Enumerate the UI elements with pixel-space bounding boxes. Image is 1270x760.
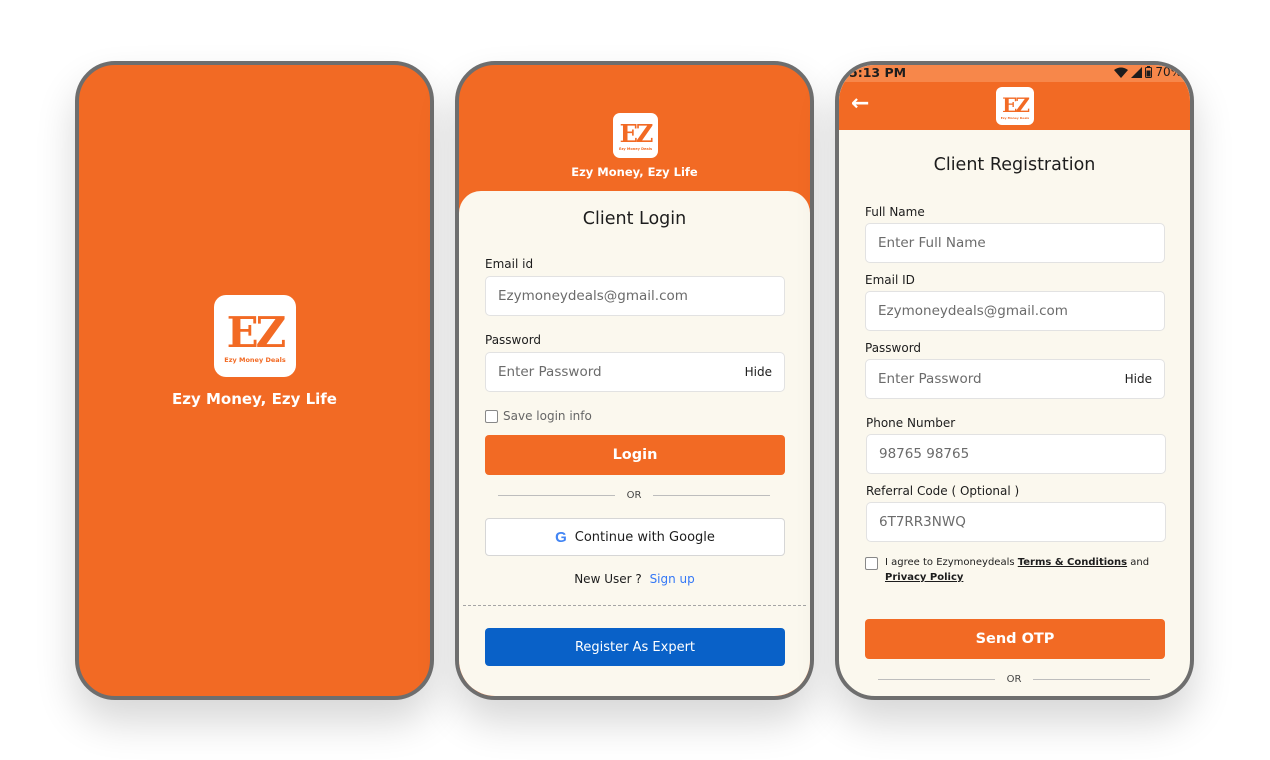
app-bar: ← EZ Ezy Money Deals [839, 82, 1190, 130]
registration-screen: 5:13 PM 70% ← EZ Ezy Money Deals Client … [835, 61, 1194, 700]
email-label: Email ID [865, 273, 915, 287]
referral-field[interactable]: 6T7RR3NWQ [866, 502, 1166, 542]
status-icons: 70% [1114, 65, 1182, 79]
password-field[interactable]: Enter Password Hide [865, 359, 1165, 399]
logo-subtext: Ezy Money Deals [618, 147, 653, 151]
or-divider: OR [878, 672, 1151, 686]
brand-logo: EZ Ezy Money Deals [214, 295, 296, 377]
phone-placeholder: 98765 98765 [879, 446, 970, 462]
brand-logo: EZ Ezy Money Deals [613, 113, 658, 158]
password-label: Password [485, 333, 542, 347]
status-bar: 5:13 PM 70% [839, 65, 1190, 82]
arrow-left-icon[interactable]: ← [851, 91, 869, 116]
password-placeholder: Enter Password [498, 364, 602, 380]
battery-percent: 70% [1155, 65, 1182, 79]
login-form-sheet: Client Login Email id Ezymoneydeals@gmai… [459, 191, 810, 696]
splash-tagline: Ezy Money, Ezy Life [172, 390, 337, 408]
send-otp-button[interactable]: Send OTP [865, 619, 1165, 659]
privacy-link[interactable]: Privacy Policy [885, 572, 963, 583]
fullname-placeholder: Enter Full Name [878, 235, 986, 251]
hide-password-toggle[interactable]: Hide [1125, 372, 1152, 386]
logo-mark: EZ [619, 119, 654, 148]
splash-screen: EZ Ezy Money Deals Ezy Money, Ezy Life [75, 61, 434, 700]
new-user-text: New User ? [574, 572, 642, 586]
status-time: 5:13 PM [849, 65, 907, 80]
phone-field[interactable]: 98765 98765 [866, 434, 1166, 474]
terms-checkbox[interactable] [865, 557, 878, 570]
google-icon: G [555, 528, 567, 546]
email-field[interactable]: Ezymoneydeals@gmail.com [865, 291, 1165, 331]
referral-placeholder: 6T7RR3NWQ [879, 514, 966, 530]
signup-link[interactable]: Sign up [650, 572, 695, 586]
phone-label: Phone Number [866, 416, 956, 430]
password-label: Password [865, 341, 922, 355]
logo-subtext: Ezy Money Deals [224, 356, 286, 364]
login-button[interactable]: Login [485, 435, 785, 475]
email-placeholder: Ezymoneydeals@gmail.com [878, 303, 1068, 319]
hide-password-toggle[interactable]: Hide [745, 365, 772, 379]
email-field[interactable]: Ezymoneydeals@gmail.com [485, 276, 785, 316]
terms-and: and [1130, 557, 1150, 568]
terms-prefix: I agree to Ezymoneydeals [885, 557, 1015, 568]
fullname-label: Full Name [865, 205, 925, 219]
referral-label: Referral Code ( Optional ) [866, 484, 1020, 498]
battery-icon [1145, 66, 1153, 78]
logo-mark: EZ [226, 308, 287, 357]
google-button-label: Continue with Google [574, 529, 715, 545]
or-divider: OR [498, 488, 771, 502]
password-placeholder: Enter Password [878, 371, 982, 387]
page-title: Client Registration [933, 155, 1096, 175]
save-login-label: Save login info [503, 409, 592, 423]
terms-link[interactable]: Terms & Conditions [1018, 557, 1127, 568]
header-tagline: Ezy Money, Ezy Life [571, 165, 698, 179]
or-label: OR [1006, 673, 1022, 685]
terms-text: I agree to Ezymoneydeals Terms & Conditi… [885, 555, 1155, 585]
wifi-icon [1114, 67, 1129, 78]
logo-subtext: Ezy Money Deals [1000, 115, 1030, 120]
google-signin-button[interactable]: G Continue with Google [485, 518, 785, 556]
brand-logo: EZ Ezy Money Deals [996, 87, 1034, 125]
new-user-row: New User ? Sign up [459, 572, 810, 586]
fullname-field[interactable]: Enter Full Name [865, 223, 1165, 263]
save-login-checkbox[interactable] [485, 410, 498, 423]
register-expert-button[interactable]: Register As Expert [485, 628, 785, 666]
logo-mark: EZ [1002, 92, 1030, 117]
or-label: OR [626, 489, 642, 501]
password-field[interactable]: Enter Password Hide [485, 352, 785, 392]
email-placeholder: Ezymoneydeals@gmail.com [498, 288, 688, 304]
login-screen: EZ Ezy Money Deals Ezy Money, Ezy Life C… [455, 61, 814, 700]
section-divider [463, 605, 806, 606]
email-label: Email id [485, 257, 534, 271]
page-title: Client Login [582, 209, 687, 229]
signal-icon [1131, 66, 1143, 78]
